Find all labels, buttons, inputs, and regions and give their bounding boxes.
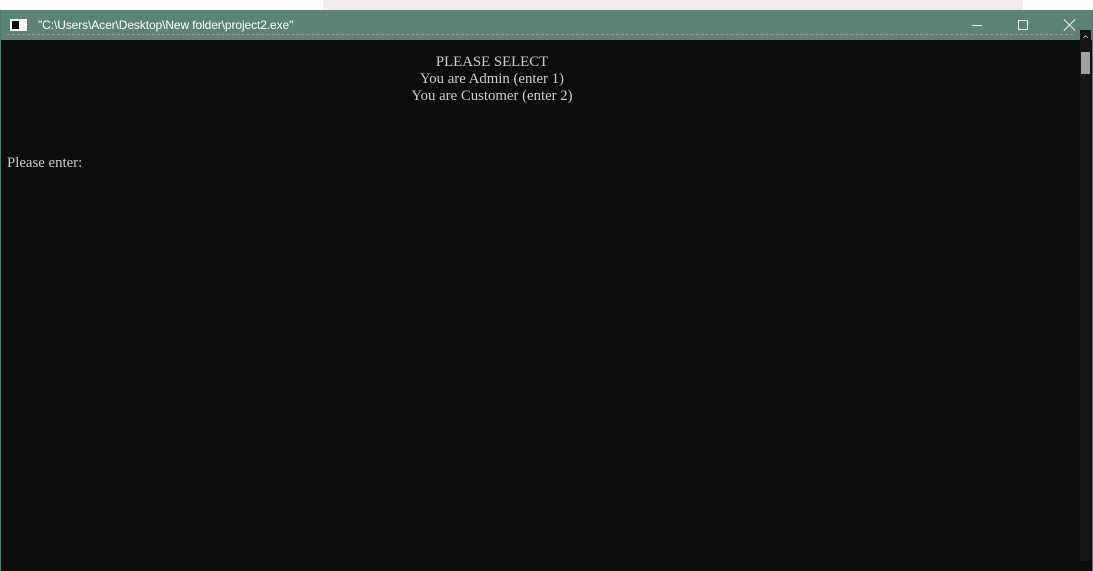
background-strip [0,0,1093,10]
minimize-icon [972,25,982,26]
scroll-thumb[interactable] [1081,52,1090,74]
menu-option-customer: You are Customer (enter 2) [411,88,573,104]
dashed-separator [7,34,1073,35]
vertical-scrollbar[interactable]: ^ [1080,30,1091,561]
console-output[interactable]: PLEASE SELECT You are Admin (enter 1) Yo… [7,30,1080,561]
background-window-edge [323,0,1023,10]
chevron-up-icon[interactable]: ^ [1080,34,1091,46]
maximize-icon [1018,20,1028,30]
menu-title: PLEASE SELECT [435,54,549,70]
menu-option-admin: You are Admin (enter 1) [420,71,564,87]
input-prompt: Please enter: [7,155,83,171]
